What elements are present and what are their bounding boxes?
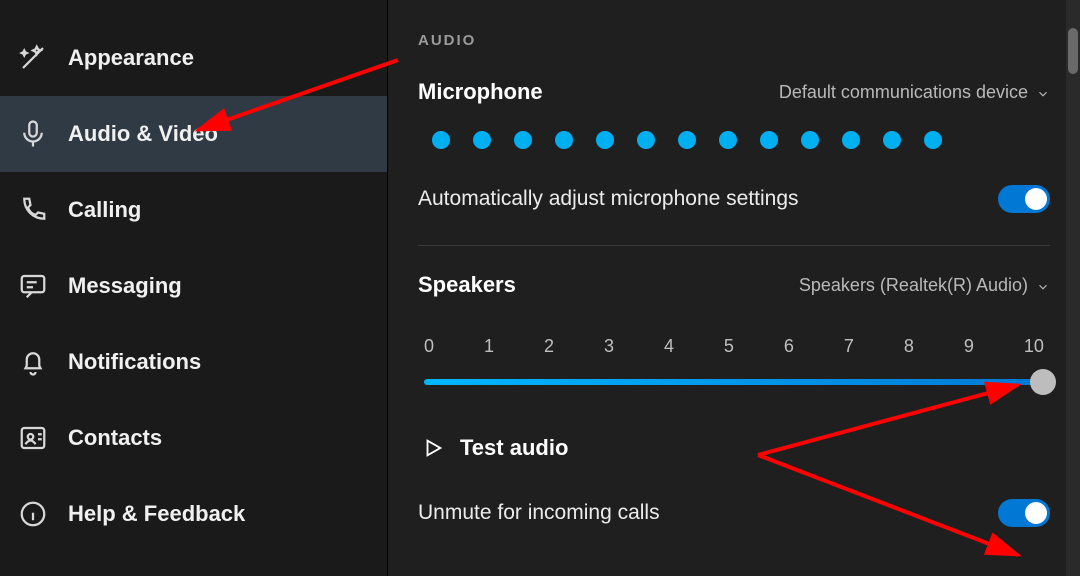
play-icon <box>422 437 444 459</box>
scrollbar[interactable] <box>1066 0 1080 576</box>
mic-level-dot <box>760 131 778 149</box>
speakers-device-value: Speakers (Realtek(R) Audio) <box>799 275 1028 296</box>
speakers-row: Speakers Speakers (Realtek(R) Audio) <box>418 272 1050 298</box>
microphone-device-value: Default communications device <box>779 82 1028 103</box>
slider-tick: 4 <box>664 336 674 357</box>
slider-tick: 6 <box>784 336 794 357</box>
slider-tick: 3 <box>604 336 614 357</box>
mic-level-dot <box>637 131 655 149</box>
slider-tick: 9 <box>964 336 974 357</box>
slider-tick: 8 <box>904 336 914 357</box>
mic-level-dot <box>678 131 696 149</box>
sidebar-item-help-feedback[interactable]: Help & Feedback <box>0 476 387 552</box>
microphone-device-dropdown[interactable]: Default communications device <box>779 82 1050 103</box>
audio-settings-panel: AUDIO Microphone Default communications … <box>388 0 1080 576</box>
slider-tick: 7 <box>844 336 854 357</box>
sidebar-item-appearance[interactable]: Appearance <box>0 20 387 96</box>
slider-track <box>424 379 1044 385</box>
slider-tick: 10 <box>1024 336 1044 357</box>
mic-level-dot <box>801 131 819 149</box>
slider-tick: 0 <box>424 336 434 357</box>
sidebar-item-label: Audio & Video <box>68 121 218 147</box>
auto-adjust-label: Automatically adjust microphone settings <box>418 187 799 211</box>
auto-adjust-toggle[interactable] <box>998 185 1050 213</box>
phone-icon <box>18 195 48 225</box>
mic-level-dot <box>924 131 942 149</box>
bell-icon <box>18 347 48 377</box>
divider <box>418 245 1050 246</box>
test-audio-button[interactable]: Test audio <box>418 429 1050 495</box>
section-title-audio: AUDIO <box>418 32 1050 49</box>
slider-tick: 2 <box>544 336 554 357</box>
unmute-label: Unmute for incoming calls <box>418 501 660 525</box>
sidebar-item-label: Calling <box>68 197 141 223</box>
slider-tick: 1 <box>484 336 494 357</box>
sidebar-item-label: Contacts <box>68 425 162 451</box>
sidebar-item-calling[interactable]: Calling <box>0 172 387 248</box>
chevron-down-icon <box>1036 278 1050 292</box>
speakers-volume-slider[interactable] <box>424 367 1044 397</box>
slider-handle[interactable] <box>1030 369 1056 395</box>
speakers-label: Speakers <box>418 272 516 298</box>
scrollbar-thumb[interactable] <box>1068 28 1078 74</box>
speakers-slider-ticks: 0 1 2 3 4 5 6 7 8 9 10 <box>418 318 1050 367</box>
info-icon <box>18 499 48 529</box>
microphone-label: Microphone <box>418 79 543 105</box>
sidebar-item-audio-video[interactable]: Audio & Video <box>0 96 387 172</box>
microphone-level-meter <box>418 125 1050 181</box>
mic-level-dot <box>842 131 860 149</box>
mic-level-dot <box>596 131 614 149</box>
wand-icon <box>18 43 48 73</box>
sidebar-item-label: Help & Feedback <box>68 501 245 527</box>
sidebar-item-notifications[interactable]: Notifications <box>0 324 387 400</box>
sidebar-item-label: Notifications <box>68 349 201 375</box>
slider-tick: 5 <box>724 336 734 357</box>
sidebar-item-label: Messaging <box>68 273 182 299</box>
microphone-row: Microphone Default communications device <box>418 79 1050 105</box>
auto-adjust-row: Automatically adjust microphone settings <box>418 181 1050 241</box>
microphone-icon <box>18 119 48 149</box>
sidebar-item-contacts[interactable]: Contacts <box>0 400 387 476</box>
chat-icon <box>18 271 48 301</box>
mic-level-dot <box>555 131 573 149</box>
settings-sidebar: Appearance Audio & Video Calling Messagi… <box>0 0 388 576</box>
chevron-down-icon <box>1036 85 1050 99</box>
speakers-device-dropdown[interactable]: Speakers (Realtek(R) Audio) <box>799 275 1050 296</box>
sidebar-item-label: Appearance <box>68 45 194 71</box>
test-audio-label: Test audio <box>460 435 568 461</box>
mic-level-dot <box>883 131 901 149</box>
mic-level-dot <box>719 131 737 149</box>
mic-level-dot <box>514 131 532 149</box>
mic-level-dot <box>432 131 450 149</box>
unmute-toggle[interactable] <box>998 499 1050 527</box>
mic-level-dot <box>473 131 491 149</box>
contacts-icon <box>18 423 48 453</box>
sidebar-item-messaging[interactable]: Messaging <box>0 248 387 324</box>
unmute-row: Unmute for incoming calls <box>418 495 1050 527</box>
